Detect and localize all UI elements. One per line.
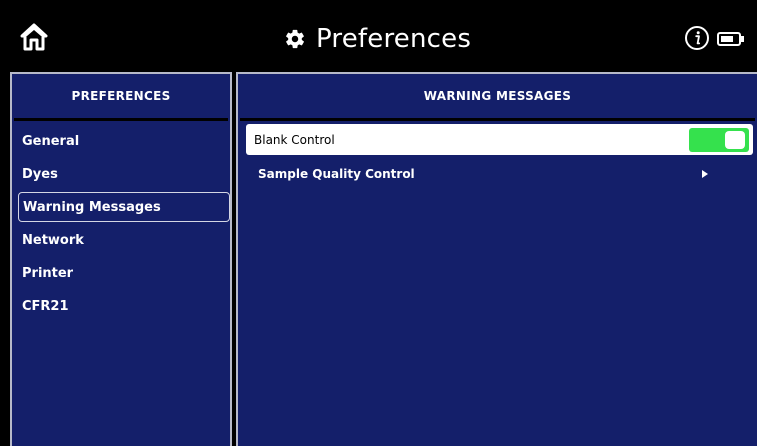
sample-quality-control-label: Sample Quality Control (258, 167, 415, 181)
sidebar-item-network[interactable]: Network (18, 225, 230, 255)
sidebar-item-label: CFR21 (22, 298, 69, 314)
sidebar-item-label: General (22, 133, 80, 149)
sidebar-item-warning-messages[interactable]: Warning Messages (18, 192, 230, 222)
sidebar-item-dyes[interactable]: Dyes (18, 159, 230, 189)
sidebar-nav: General Dyes Warning Messages Network Pr… (18, 126, 230, 324)
preferences-sidebar: PREFERENCES General Dyes Warning Message… (10, 72, 232, 446)
sidebar-item-label: Printer (22, 265, 74, 281)
info-icon[interactable] (684, 25, 710, 51)
battery-icon (717, 32, 744, 46)
gear-icon (286, 29, 304, 49)
page-title-group: Preferences (284, 22, 471, 56)
sample-quality-control-row[interactable]: Sample Quality Control (246, 158, 753, 190)
top-bar: Preferences (0, 0, 757, 72)
blank-control-label: Blank Control (254, 132, 335, 147)
sidebar-item-general[interactable]: General (18, 126, 230, 156)
sidebar-divider (14, 118, 228, 121)
sidebar-heading: PREFERENCES (71, 89, 171, 103)
blank-control-toggle[interactable] (689, 128, 749, 152)
sidebar-item-printer[interactable]: Printer (18, 258, 230, 288)
sidebar-item-label: Network (22, 232, 84, 248)
sidebar-item-label: Dyes (22, 166, 58, 182)
toggle-knob (725, 131, 745, 149)
panel-heading: WARNING MESSAGES (423, 89, 572, 103)
page-title: Preferences (316, 24, 472, 54)
chevron-right-icon (702, 170, 708, 178)
warning-messages-panel: WARNING MESSAGES Blank Control Sample Qu… (236, 72, 757, 446)
panel-divider (240, 118, 755, 121)
blank-control-row[interactable]: Blank Control (246, 124, 753, 155)
sidebar-item-cfr21[interactable]: CFR21 (18, 291, 230, 321)
home-icon[interactable] (19, 22, 49, 52)
sidebar-item-label: Warning Messages (23, 199, 161, 215)
